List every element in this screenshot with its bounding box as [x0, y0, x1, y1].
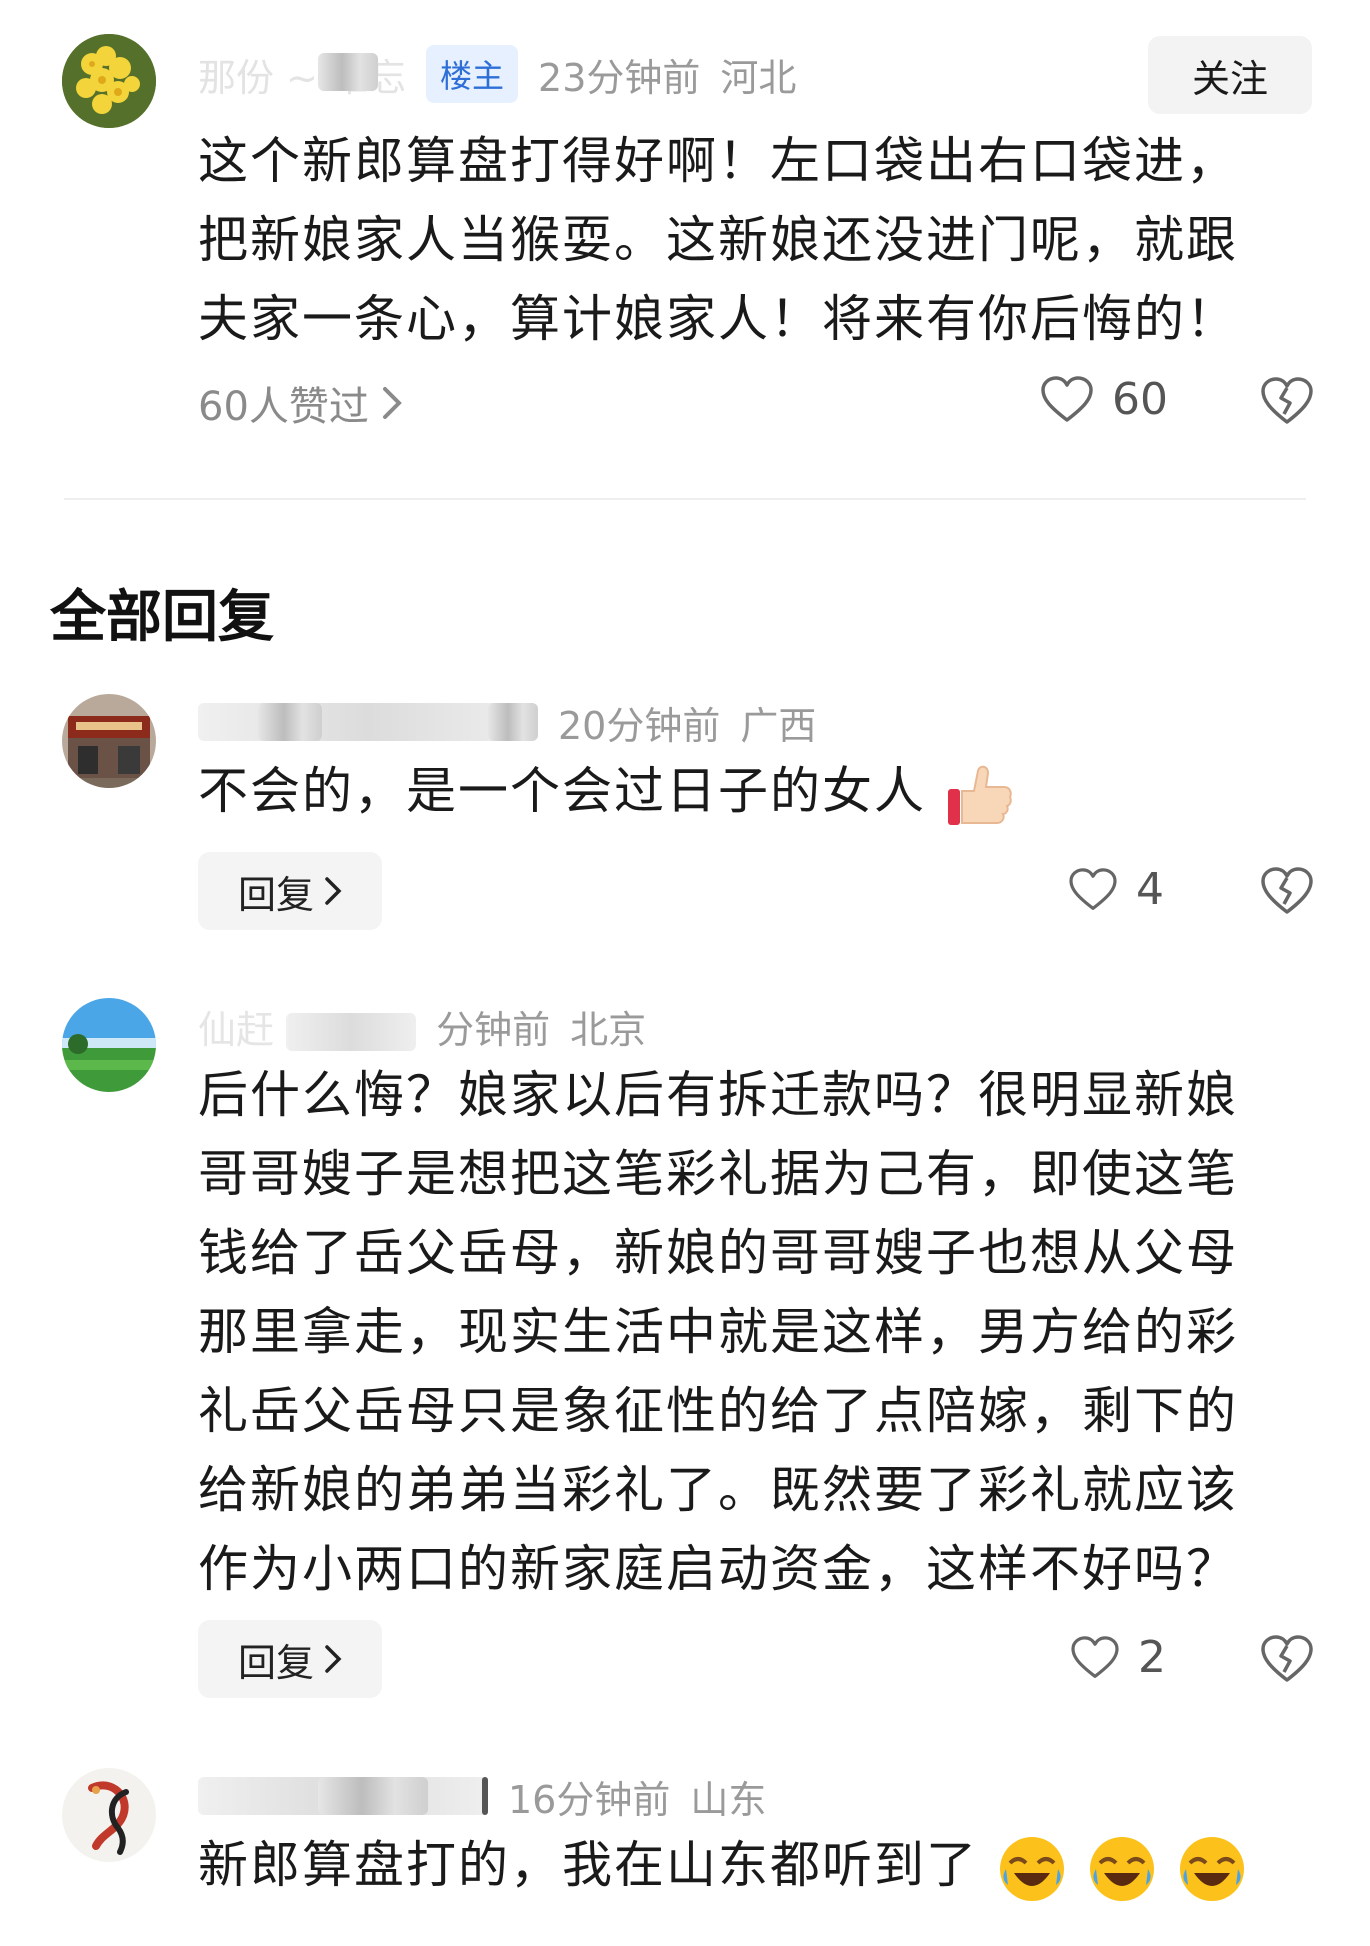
reply-time: 分钟前 — [436, 1007, 551, 1052]
reply-button[interactable]: 回复 — [198, 1620, 382, 1698]
broken-heart-icon[interactable] — [1260, 376, 1314, 426]
broken-heart-icon[interactable] — [1260, 866, 1314, 916]
chevron-right-icon — [325, 877, 342, 905]
section-title: 全部回复 — [50, 585, 274, 650]
heart-outline-icon — [1069, 867, 1117, 910]
reply-text-content: 新郎算盘打的，我在山东都听到了 — [198, 1836, 978, 1894]
broken-heart-icon[interactable] — [1260, 1634, 1314, 1684]
comment-location: 河北 — [720, 55, 797, 100]
reply-meta: 仙赶 分钟前 北京 — [198, 996, 646, 1056]
heart-outline-icon — [1041, 375, 1093, 422]
heart-outline-icon — [1071, 1635, 1119, 1678]
green-field-avatar-icon — [62, 998, 156, 1092]
reply-location: 山东 — [690, 1777, 767, 1822]
reply-time: 16分钟前 — [508, 1777, 671, 1822]
reply-button[interactable]: 回复 — [198, 852, 382, 930]
likes-summary-link[interactable]: 60人赞过 — [198, 374, 403, 432]
rolling-laughing-emoji-group — [996, 1836, 1248, 1901]
divider — [64, 498, 1306, 500]
reply-avatar[interactable] — [62, 694, 156, 788]
thumbs-up-emoji-icon — [947, 765, 1012, 825]
like-button[interactable]: 60 — [1040, 374, 1168, 425]
chevron-right-icon — [325, 1645, 342, 1673]
restaurant-storefront-avatar-icon — [62, 694, 156, 788]
reply-username-blurred[interactable] — [198, 703, 538, 741]
reply-meta: 20分钟前 广西 — [198, 692, 816, 752]
comment-time: 23分钟前 — [538, 55, 701, 100]
reply-meta: 16分钟前 山东 — [198, 1766, 766, 1826]
owner-badge: 楼主 — [426, 45, 519, 103]
chevron-right-icon — [382, 387, 402, 419]
reply-username-blurred[interactable] — [198, 1777, 488, 1815]
author-username[interactable]: 那份 ~ 难忘 — [198, 47, 406, 102]
follow-button[interactable]: 关注 — [1148, 36, 1312, 114]
like-button[interactable]: 4 — [1068, 864, 1164, 915]
author-avatar[interactable] — [62, 34, 156, 128]
like-count: 4 — [1136, 864, 1164, 915]
rolling-laughing-emoji-icon — [1089, 1836, 1154, 1901]
like-button[interactable]: 2 — [1070, 1632, 1166, 1683]
reply-username-blurred[interactable]: 仙赶 — [198, 999, 417, 1054]
reply-text: 新郎算盘打的，我在山东都听到了 — [198, 1826, 1278, 1905]
koi-fish-avatar-icon — [62, 1768, 156, 1862]
author-meta: 那份 ~ 难忘 楼主 23分钟前 河北 — [198, 44, 796, 104]
rolling-laughing-emoji-icon — [999, 1836, 1064, 1901]
reply-text: 后什么悔？娘家以后有拆迁款吗？很明显新娘哥哥嫂子是想把这笔彩礼据为己有，即使这笔… — [198, 1066, 1238, 1598]
reply-text: 不会的，是一个会过日子的女人 — [198, 752, 1278, 831]
likes-summary-text: 60人赞过 — [198, 384, 369, 430]
reply-location: 广西 — [740, 703, 817, 748]
reply-time: 20分钟前 — [558, 703, 721, 748]
yellow-flower-avatar-icon — [62, 34, 156, 128]
reply-button-label: 回复 — [237, 1640, 314, 1685]
rolling-laughing-emoji-icon — [1179, 1836, 1244, 1901]
reply-text-content: 不会的，是一个会过日子的女人 — [198, 762, 926, 820]
like-count: 60 — [1112, 374, 1168, 425]
reply-avatar[interactable] — [62, 998, 156, 1092]
reply-location: 北京 — [570, 1007, 647, 1052]
like-count: 2 — [1138, 1632, 1166, 1683]
comment-text: 这个新郎算盘打得好啊！左口袋出右口袋进，把新娘家人当猴耍。这新娘还没进门呢，就跟… — [198, 132, 1238, 348]
reply-avatar[interactable] — [62, 1768, 156, 1862]
reply-button-label: 回复 — [237, 872, 314, 917]
